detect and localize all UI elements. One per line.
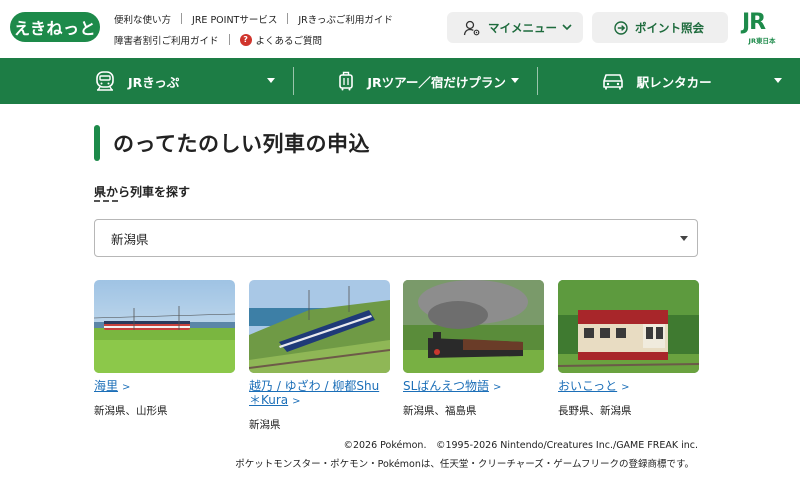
question-icon: ?: [239, 33, 252, 46]
point-inquiry-button[interactable]: ポイント照会: [592, 12, 728, 43]
train-photo-sl-banetsu[interactable]: [403, 280, 544, 373]
util-link-ticket-guide[interactable]: JRきっぷご利用ガイド: [298, 12, 393, 26]
util-link-disability-guide[interactable]: 障害者割引ご利用ガイド: [114, 33, 219, 47]
divider: [287, 13, 289, 24]
divider: [228, 34, 230, 45]
train-photo-shukura[interactable]: [249, 280, 390, 373]
train-card: おいこっと > 長野県、新潟県: [558, 280, 699, 418]
nav-label-jr-tickets: JRきっぷ: [128, 74, 180, 90]
train-card-list: 海里> 新潟県、山形県 越乃 / ゆざわ / 柳都Shu＊Kura> 新潟県: [94, 280, 704, 432]
train-name: SLばんえつ物語: [403, 379, 489, 393]
arrow-right-icon: >: [292, 396, 301, 407]
train-name: 海里: [94, 379, 119, 393]
copyright-notice: ©2026 Pokémon. ©1995-2026 Nintendo/Creat…: [343, 440, 698, 451]
util-link-faq[interactable]: よくあるご質問: [256, 33, 323, 47]
point-inquiry-label: ポイント照会: [635, 20, 704, 35]
util-link-jre-point[interactable]: JRE POINTサービス: [192, 12, 277, 26]
arrow-right-icon: >: [122, 382, 131, 393]
train-card: 海里 > 新潟県、山形県: [94, 280, 235, 418]
nav-jr-tickets[interactable]: JRきっぷ: [0, 58, 293, 104]
my-menu-button[interactable]: マイメニュー: [447, 12, 583, 43]
train-prefectures: 新潟県、福島県: [403, 405, 477, 417]
train-icon: [94, 70, 116, 92]
my-menu-label: マイメニュー: [488, 20, 557, 35]
section-heading: 県から列車を探す: [94, 185, 191, 199]
train-link-sl-banetsu[interactable]: SLばんえつ物語 >: [403, 379, 544, 395]
section-underline: [94, 200, 118, 202]
jr-east-logo[interactable]: JR JR東日本: [742, 12, 784, 46]
train-link-kairi[interactable]: 海里 >: [94, 379, 235, 395]
nav-rent-a-car[interactable]: 駅レンタカー: [536, 58, 800, 104]
nav-jr-tours[interactable]: JRツアー／宿だけプラン: [293, 58, 536, 104]
logo-text: えきねっと: [13, 19, 97, 38]
divider: [181, 13, 183, 24]
train-prefectures: 新潟県: [249, 419, 281, 431]
train-card: SLばんえつ物語 > 新潟県、福島県: [403, 280, 544, 418]
caret-down-icon: [773, 78, 782, 83]
train-card: 越乃 / ゆざわ / 柳都Shu＊Kura > 新潟県: [249, 280, 390, 432]
jr-mark: JR: [742, 10, 766, 35]
nav-label-jr-tours: JRツアー／宿だけプラン: [367, 74, 506, 90]
page-title: のってたのしい列車の申込: [113, 132, 370, 156]
point-icon: [614, 20, 628, 35]
site-header: えきねっと 便利な使い方 JRE POINTサービス JRきっぷご利用ガイド 障…: [0, 0, 800, 58]
chevron-down-icon: [561, 21, 573, 36]
title-accent-bar: [94, 125, 100, 161]
prefecture-select-value: 新潟県: [111, 231, 149, 247]
utility-links: 便利な使い方 JRE POINTサービス JRきっぷご利用ガイド 障害者割引ご利…: [114, 11, 434, 53]
car-icon: [601, 71, 625, 91]
train-prefectures: 新潟県、山形県: [94, 405, 168, 417]
train-photo-oykot[interactable]: [558, 280, 699, 373]
prefecture-select[interactable]: 新潟県: [94, 219, 698, 257]
train-link-oykot[interactable]: おいこっと >: [558, 379, 699, 395]
train-link-shukura[interactable]: 越乃 / ゆざわ / 柳都Shu＊Kura >: [249, 379, 390, 409]
train-photo-kairi[interactable]: [94, 280, 235, 373]
train-name: 越乃 / ゆざわ / 柳都Shu＊Kura: [249, 379, 380, 407]
trademark-notice: ポケットモンスター・ポケモン・Pokémonは、任天堂・クリーチャーズ・ゲームフ…: [235, 459, 694, 470]
caret-down-icon: [680, 236, 688, 241]
ekinet-logo[interactable]: えきねっと: [10, 12, 100, 42]
suitcase-icon: [337, 70, 355, 92]
user-gear-icon: [463, 19, 481, 37]
arrow-right-icon: >: [492, 382, 502, 393]
main-nav: JRきっぷ JRツアー／宿だけプラン 駅レンタカー: [0, 58, 800, 104]
caret-down-icon: [510, 78, 519, 83]
caret-down-icon: [267, 78, 276, 83]
train-name: おいこっと: [558, 379, 618, 393]
train-prefectures: 長野県、新潟県: [558, 405, 632, 417]
nav-label-rent-a-car: 駅レンタカー: [636, 74, 712, 90]
arrow-right-icon: >: [621, 382, 630, 393]
util-link-howto[interactable]: 便利な使い方: [114, 12, 171, 26]
jr-east-label: JR東日本: [748, 37, 776, 45]
